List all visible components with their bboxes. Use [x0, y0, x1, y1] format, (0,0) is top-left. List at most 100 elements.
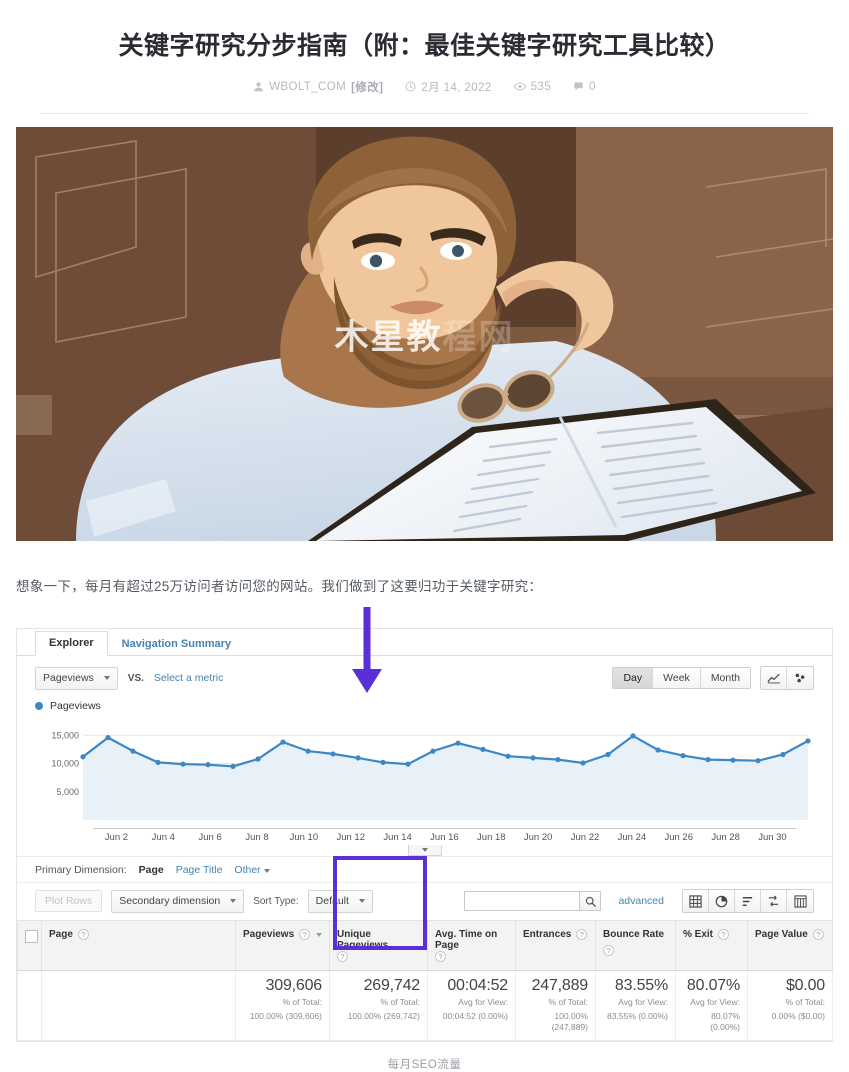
pie-view-icon[interactable] [709, 890, 735, 913]
help-icon[interactable]: ? [603, 945, 614, 957]
vs-label: VS. [127, 672, 144, 684]
help-icon[interactable]: ? [77, 929, 89, 941]
page-title: 关键字研究分步指南（附：最佳关键字研究工具比较） [118, 32, 731, 60]
summary-avg-time-cell: 00:04:52 Avg for View: 00:04:52 (0.00%) [427, 970, 516, 1041]
watermark-text-solid: 木星教 [334, 317, 443, 357]
metric-sub-label: Avg for View: [690, 997, 740, 1008]
comparison-view-icon[interactable] [761, 890, 787, 913]
search-button[interactable] [579, 891, 602, 912]
view-count: 535 [530, 80, 551, 93]
metric-sub-label: % of Total: [548, 997, 588, 1008]
svg-text:15,000: 15,000 [51, 731, 79, 741]
sort-type-value: Default [315, 895, 349, 908]
help-icon[interactable]: ? [299, 929, 311, 941]
metric-select[interactable]: Pageviews [35, 667, 118, 690]
column-header-unique-pageviews[interactable]: Unique Pageviews ? [329, 920, 428, 972]
table-view-icon[interactable] [683, 890, 709, 913]
column-header-avg-time-on-page[interactable]: Avg. Time on Page ? [427, 920, 516, 972]
column-label: Pageviews [243, 929, 295, 941]
metric-value: 00:04:52 [447, 977, 508, 995]
metric-value: 80.07% [686, 977, 740, 995]
advanced-link[interactable]: advanced [618, 895, 664, 907]
x-tick: Jun 20 [523, 832, 553, 844]
google-analytics-panel: Explorer Navigation Summary Pageviews VS… [16, 607, 833, 1042]
help-icon[interactable]: ? [812, 929, 824, 941]
ga-tabbar: Explorer Navigation Summary [17, 629, 832, 657]
granularity-month[interactable]: Month [700, 668, 750, 689]
tab-explorer[interactable]: Explorer [35, 631, 108, 657]
summary-page-value-cell: $0.00 % of Total: 0.00% ($0.00) [747, 970, 833, 1041]
help-icon[interactable]: ? [718, 929, 730, 941]
analytics-figure: Explorer Navigation Summary Pageviews VS… [0, 607, 849, 1071]
summary-percent-exit-cell: 80.07% Avg for View: 80.07% (0.00%) [675, 970, 748, 1041]
column-header-percent-exit[interactable]: % Exit? [675, 920, 748, 972]
edit-link[interactable]: [修改] [351, 79, 383, 95]
primary-dimension-page-title[interactable]: Page Title [176, 864, 223, 876]
metric-select-value: Pageviews [43, 672, 94, 685]
x-tick: Jun 26 [664, 832, 693, 844]
author-name: WBOLT_COM [269, 80, 347, 93]
tab-navigation-summary[interactable]: Navigation Summary [108, 632, 245, 656]
meta-date: 2月 14, 2022 [405, 79, 491, 95]
metric-value: 309,606 [265, 977, 323, 995]
secondary-dimension-value: Secondary dimension [119, 895, 221, 908]
column-label: Page [49, 929, 73, 941]
granularity-toggle: Day Week Month [612, 667, 751, 690]
x-tick: Jun 12 [336, 832, 365, 844]
chart-x-axis: Jun 2 Jun 4 Jun 6 Jun 8 Jun 10 Jun 12 Ju… [93, 828, 796, 843]
column-header-bounce-rate[interactable]: Bounce Rate? [595, 920, 676, 972]
select-a-metric-link[interactable]: Select a metric [154, 672, 223, 684]
help-icon[interactable]: ? [337, 951, 348, 963]
line-chart-icon[interactable] [761, 667, 787, 690]
eye-icon [513, 82, 526, 91]
chart-type-toggle [760, 666, 814, 691]
column-header-pageviews[interactable]: Pageviews? [235, 920, 330, 972]
primary-dimension-bar: Primary Dimension: Page Page Title Other [17, 856, 832, 882]
metric-sub-value: 100.00% (269,742) [347, 1010, 420, 1021]
metric-sub-value: 80.07% (0.00%) [710, 1010, 740, 1033]
chevron-down-icon [230, 899, 237, 904]
meta-author: WBOLT_COM [修改] [253, 79, 383, 95]
scatter-chart-icon[interactable] [787, 667, 813, 690]
pivot-view-icon[interactable] [787, 890, 813, 913]
search-icon [585, 896, 596, 907]
summary-entrances-cell: 247,889 % of Total: 100.00% (247,889) [515, 970, 596, 1041]
metric-sub-label: Avg for View: [618, 997, 668, 1008]
select-all-checkbox[interactable] [25, 930, 38, 944]
article-header: 关键字研究分步指南（附：最佳关键字研究工具比较） WBOLT_COM [修改] … [0, 0, 849, 114]
column-header-entrances[interactable]: Entrances? [515, 920, 596, 972]
x-tick: Jun 16 [430, 832, 459, 844]
user-icon [254, 82, 263, 92]
help-icon[interactable]: ? [435, 951, 446, 963]
secondary-dimension-select[interactable]: Secondary dimension [111, 890, 245, 913]
column-label: Unique Pageviews [337, 929, 389, 952]
search-input[interactable] [464, 891, 580, 912]
granularity-week[interactable]: Week [653, 668, 701, 689]
pageviews-chart: 5,000 10,000 15,000 Jun 2 Jun 4 Jun 6 Jun … [17, 716, 832, 857]
chart-expand-handle[interactable] [407, 845, 442, 857]
chevron-down-icon [358, 899, 365, 904]
bar-view-icon[interactable] [735, 890, 761, 913]
watermark-text-fade: 程网 [442, 317, 515, 357]
metric-sub-value: 83.55% (0.00%) [607, 1010, 668, 1021]
plot-rows-button[interactable]: Plot Rows [35, 890, 103, 913]
primary-dimension-current[interactable]: Page [139, 864, 164, 876]
search-group [464, 891, 602, 912]
post-date: 2月 14, 2022 [421, 81, 492, 94]
svg-text:5,000: 5,000 [56, 787, 79, 797]
primary-dimension-other[interactable]: Other [234, 864, 270, 876]
sort-type-select[interactable]: Default [307, 890, 373, 913]
metric-value: 83.55% [614, 977, 668, 995]
metric-sub-label: % of Total: [380, 997, 420, 1008]
help-icon[interactable]: ? [576, 929, 588, 941]
select-all-header [17, 920, 42, 972]
metric-sub-value: 100.00% (247,889) [551, 1010, 588, 1033]
metric-sub-value: 0.00% ($0.00) [771, 1010, 825, 1021]
column-header-page-value[interactable]: Page Value? [747, 920, 833, 972]
legend-label: Pageviews [50, 700, 101, 713]
metric-sub-label: % of Total: [785, 997, 825, 1008]
chart-y-labels: 5,000 10,000 15,000 [51, 731, 79, 797]
pages-table: Page? Pageviews? Unique Pageviews ? Avg.… [17, 920, 833, 1041]
granularity-day[interactable]: Day [613, 668, 654, 689]
column-header-page[interactable]: Page? [41, 920, 236, 972]
